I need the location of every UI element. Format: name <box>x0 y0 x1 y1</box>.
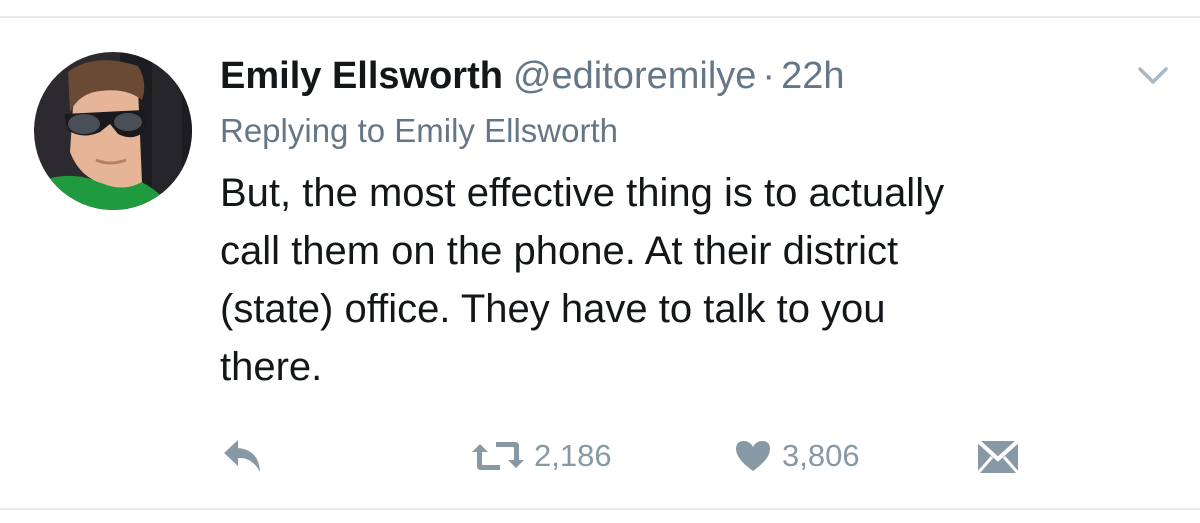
heart-icon <box>734 439 772 473</box>
reply-icon <box>220 436 266 476</box>
retweet-button[interactable]: 2,186 <box>470 434 612 478</box>
author-handle[interactable]: @editoremilye <box>513 55 756 97</box>
avatar[interactable] <box>34 52 192 210</box>
tweet-text-line: call them on the phone. At their distric… <box>220 229 899 273</box>
tweet-text-line: But, the most effective thing is to actu… <box>220 171 945 215</box>
retweet-icon <box>470 438 526 474</box>
like-count: 3,806 <box>782 438 860 473</box>
separator-dot: · <box>762 55 776 97</box>
tweet-timestamp[interactable]: 22h <box>781 55 844 97</box>
tweet-header: Emily Ellsworth @editoremilye · 22h <box>220 50 844 102</box>
tweet-text-line: (state) office. They have to talk to you <box>220 287 886 331</box>
divider-top <box>0 16 1200 18</box>
tweet-card: Emily Ellsworth @editoremilye · 22h Replyin… <box>0 0 1200 523</box>
retweet-count: 2,186 <box>534 438 612 473</box>
reply-button[interactable] <box>220 434 266 478</box>
replying-to-label[interactable]: Replying to Emily Ellsworth <box>220 108 618 154</box>
direct-message-button[interactable] <box>976 434 1020 478</box>
divider-bottom <box>0 508 1200 510</box>
author-name[interactable]: Emily Ellsworth <box>220 55 503 97</box>
like-button[interactable]: 3,806 <box>734 434 860 478</box>
tweet-text-line: there. <box>220 345 323 389</box>
envelope-icon <box>976 437 1020 475</box>
chevron-down-icon[interactable] <box>1136 60 1170 90</box>
tweet-text: But, the most effective thing is to actu… <box>220 164 1170 396</box>
